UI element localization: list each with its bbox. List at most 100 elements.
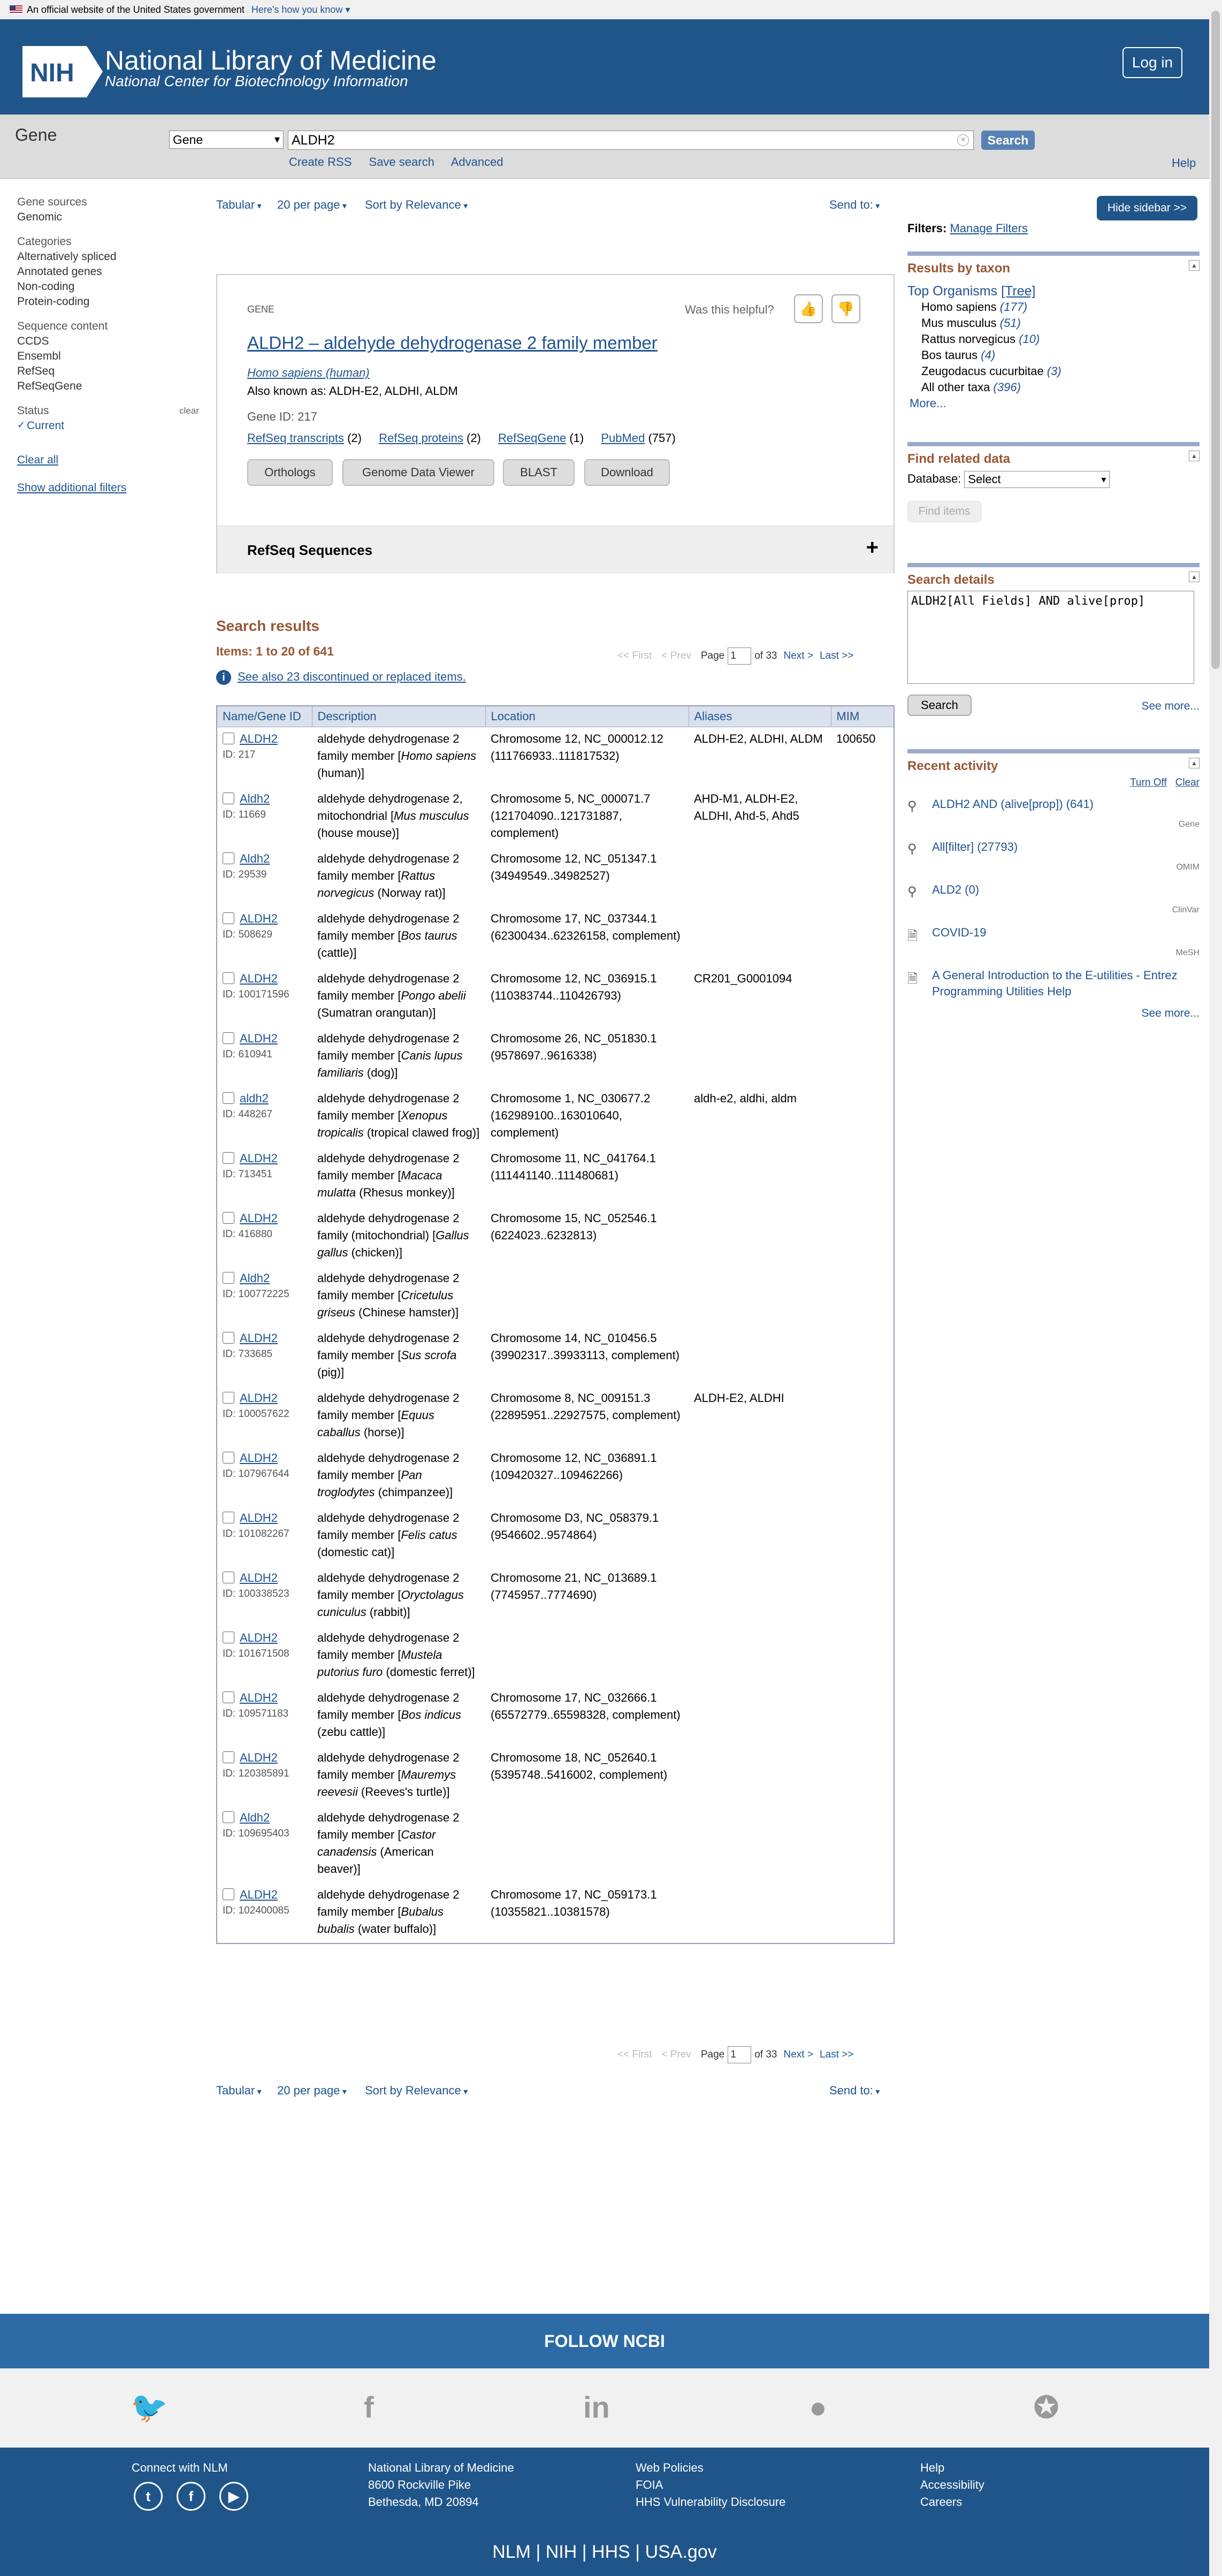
refseq-proteins-link[interactable]: RefSeq proteins	[379, 431, 463, 445]
nih-link[interactable]: NIH	[546, 2542, 577, 2562]
col-aliases[interactable]: Aliases	[688, 705, 831, 727]
taxon-item[interactable]: Bos taurus (4)	[921, 347, 1200, 363]
status-clear-link[interactable]: clear	[179, 406, 199, 416]
recent-item[interactable]: ⚲ ALD2 (0) ClinVar	[907, 882, 1200, 925]
manage-filters-link[interactable]: Manage Filters	[950, 222, 1028, 235]
filter-non-coding[interactable]: Non-coding	[17, 280, 199, 293]
row-checkbox[interactable]	[223, 1152, 234, 1164]
gene-name-link[interactable]: ALDH2	[240, 1888, 278, 1901]
row-checkbox[interactable]	[223, 1392, 234, 1404]
row-checkbox[interactable]	[223, 1751, 234, 1763]
web-policies-link[interactable]: Web Policies	[636, 2459, 785, 2476]
format-menu[interactable]: Tabular	[216, 2084, 262, 2098]
tree-link[interactable]: [Tree]	[1001, 284, 1035, 299]
accessibility-link[interactable]: Accessibility	[920, 2476, 984, 2494]
gene-title-link[interactable]: ALDH2 – aldehyde dehydrogenase 2 family …	[247, 333, 658, 353]
show-additional-filters-link[interactable]: Show additional filters	[17, 482, 199, 494]
recent-item[interactable]: ⚲ ALDH2 AND (alive[prop]) (641) Gene	[907, 796, 1200, 839]
recent-item[interactable]: 🗎 A General Introduction to the E-utiliti…	[907, 967, 1200, 1007]
gene-name-link[interactable]: ALDH2	[240, 1331, 278, 1345]
gene-name-link[interactable]: ALDH2	[240, 1511, 278, 1525]
database-select[interactable]: Gene	[169, 131, 284, 149]
sort-menu[interactable]: Sort by Relevance	[365, 198, 468, 212]
youtube-icon[interactable]: ▶	[219, 2482, 248, 2511]
sort-menu[interactable]: Sort by Relevance	[365, 2084, 468, 2098]
refseqgene-link[interactable]: RefSeqGene	[498, 431, 566, 445]
send-to-menu[interactable]: Send to:	[829, 2084, 880, 2098]
collapse-icon[interactable]: ▲	[1189, 260, 1200, 271]
github-icon[interactable]: ●	[809, 2390, 827, 2425]
per-page-menu[interactable]: 20 per page	[277, 198, 347, 212]
hide-sidebar-button[interactable]: Hide sidebar >>	[1097, 196, 1197, 220]
more-taxa-link[interactable]: More...	[910, 395, 1200, 411]
page-input[interactable]: 1	[728, 647, 752, 665]
gene-name-link[interactable]: Aldh2	[240, 1271, 270, 1285]
gene-name-link[interactable]: ALDH2	[240, 1032, 278, 1045]
row-checkbox[interactable]	[223, 1691, 234, 1703]
recent-item[interactable]: ⚲ All[filter] (27793) OMIM	[907, 839, 1200, 882]
row-checkbox[interactable]	[223, 1212, 234, 1224]
taxon-item[interactable]: Zeugodacus cucurbitae (3)	[921, 363, 1200, 379]
clear-search-icon[interactable]: ×	[957, 134, 969, 146]
filter-ensembl[interactable]: Ensembl	[17, 350, 199, 363]
taxon-item[interactable]: All other taxa (396)	[921, 379, 1200, 395]
organism-link[interactable]: Homo sapiens (human)	[247, 366, 370, 380]
last-page-link[interactable]: Last >>	[820, 650, 853, 661]
filter-genomic[interactable]: Genomic	[17, 211, 199, 224]
gene-name-link[interactable]: Aldh2	[240, 852, 270, 865]
top-organisms-label[interactable]: Top Organisms	[907, 284, 997, 299]
expand-plus-icon[interactable]: +	[866, 536, 879, 560]
taxon-item[interactable]: Rattus norvegicus (10)	[921, 331, 1200, 347]
blast-button[interactable]: BLAST	[503, 459, 575, 486]
help-link[interactable]: Help	[1172, 156, 1196, 170]
collapse-icon[interactable]: ▲	[1189, 758, 1200, 768]
thumbs-up-icon[interactable]: 👍	[794, 294, 823, 323]
format-menu[interactable]: Tabular	[216, 198, 262, 212]
next-page-link[interactable]: Next >	[784, 650, 813, 661]
gene-name-link[interactable]: aldh2	[240, 1092, 269, 1105]
thumbs-down-icon[interactable]: 👎	[831, 294, 860, 323]
footer-help-link[interactable]: Help	[920, 2459, 984, 2476]
row-checkbox[interactable]	[223, 1032, 234, 1044]
how-you-know-link[interactable]: Here's how you know	[251, 4, 343, 15]
details-see-more-link[interactable]: See more...	[1141, 700, 1200, 713]
turn-off-link[interactable]: Turn Off	[1130, 777, 1167, 788]
details-search-button[interactable]: Search	[907, 695, 972, 716]
refseq-transcripts-link[interactable]: RefSeq transcripts	[247, 431, 344, 445]
download-button[interactable]: Download	[584, 459, 670, 486]
rss-icon[interactable]: ✪	[1034, 2390, 1059, 2425]
row-checkbox[interactable]	[223, 733, 234, 744]
row-checkbox[interactable]	[223, 1632, 234, 1643]
filter-refseqgene[interactable]: RefSeqGene	[17, 380, 199, 393]
next-page-link[interactable]: Next >	[784, 2049, 813, 2060]
gene-name-link[interactable]: Aldh2	[240, 1811, 270, 1824]
gene-name-link[interactable]: ALDH2	[240, 972, 278, 985]
gene-name-link[interactable]: ALDH2	[240, 1451, 278, 1465]
row-checkbox[interactable]	[223, 1811, 234, 1823]
taxon-item[interactable]: Homo sapiens (177)	[921, 299, 1200, 315]
hhs-link[interactable]: HHS	[592, 2542, 630, 2562]
row-checkbox[interactable]	[223, 792, 234, 804]
recent-item[interactable]: 🗎 COVID-19 MeSH	[907, 925, 1200, 967]
page-input[interactable]: 1	[728, 2046, 752, 2063]
gene-name-link[interactable]: ALDH2	[240, 1152, 278, 1165]
twitter-icon[interactable]: 🐦	[131, 2390, 168, 2425]
orthologs-button[interactable]: Orthologs	[247, 459, 333, 486]
search-input[interactable]: ALDH2 ×	[288, 131, 974, 150]
row-checkbox[interactable]	[223, 1452, 234, 1464]
database-dropdown[interactable]: Select	[964, 471, 1110, 488]
search-details-query[interactable]: ALDH2[All Fields] AND alive[prop]	[907, 591, 1194, 684]
facebook-icon[interactable]: f	[364, 2390, 374, 2425]
see-also-link[interactable]: See also 23 discontinued or replaced ite…	[238, 670, 466, 683]
login-button[interactable]: Log in	[1122, 47, 1182, 78]
nih-logo[interactable]: NIH	[22, 46, 103, 97]
col-name[interactable]: Name/Gene ID	[216, 705, 312, 727]
per-page-menu[interactable]: 20 per page	[277, 2084, 347, 2098]
row-checkbox[interactable]	[223, 972, 234, 984]
pubmed-link[interactable]: PubMed	[601, 431, 645, 445]
collapse-icon[interactable]: ▲	[1189, 571, 1200, 582]
row-checkbox[interactable]	[223, 1572, 234, 1583]
save-search-link[interactable]: Save search	[369, 155, 434, 169]
gene-name-link[interactable]: ALDH2	[240, 1691, 278, 1704]
row-checkbox[interactable]	[223, 912, 234, 924]
